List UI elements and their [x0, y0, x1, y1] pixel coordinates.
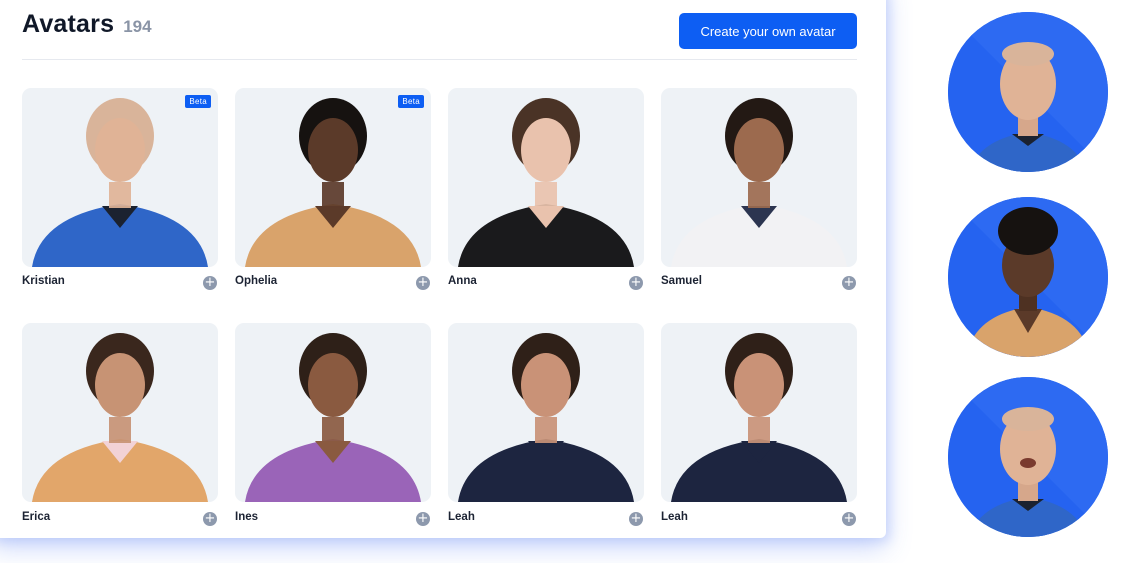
- avatar-portrait: [671, 98, 847, 267]
- preview-circle-kristian-speaking: [948, 377, 1108, 537]
- avatar-portrait: [32, 98, 208, 267]
- avatar-thumbnail[interactable]: Beta: [22, 88, 218, 267]
- avatar-portrait: [245, 98, 421, 267]
- avatar-card-ophelia-2[interactable]: Beta Ophelia +: [235, 88, 431, 290]
- add-avatar-plus-icon[interactable]: +: [416, 512, 430, 526]
- avatar-card-anna-3[interactable]: Anna +: [448, 88, 644, 290]
- beta-badge: Beta: [185, 95, 211, 108]
- add-avatar-plus-icon[interactable]: +: [203, 276, 217, 290]
- avatar-card-kristian-1[interactable]: Beta Kristian +: [22, 88, 218, 290]
- avatar-card-leah-7[interactable]: Leah +: [448, 323, 644, 526]
- avatar-thumbnail[interactable]: [22, 323, 218, 502]
- avatar-card-ines-6[interactable]: Ines +: [235, 323, 431, 526]
- avatar-name: Erica: [22, 511, 51, 523]
- avatar-card-samuel-4[interactable]: Samuel +: [661, 88, 857, 290]
- avatar-thumbnail[interactable]: [448, 88, 644, 267]
- page-title: Avatars: [22, 10, 115, 38]
- header-divider: [22, 59, 857, 60]
- preview-circle-kristian: [948, 12, 1108, 172]
- avatar-name: Kristian: [22, 275, 65, 287]
- avatar-name: Leah: [661, 511, 688, 523]
- presenter-portrait: [948, 377, 1108, 537]
- add-avatar-plus-icon[interactable]: +: [842, 512, 856, 526]
- avatar-name: Ophelia: [235, 275, 278, 287]
- avatar-thumbnail[interactable]: [661, 323, 857, 502]
- avatar-portrait: [458, 333, 634, 502]
- page-header: Avatars 194: [22, 10, 152, 39]
- avatar-name: Anna: [448, 275, 477, 287]
- avatar-portrait: [671, 333, 847, 502]
- add-avatar-plus-icon[interactable]: +: [416, 276, 430, 290]
- avatar-portrait: [245, 333, 421, 502]
- avatar-name: Ines: [235, 511, 259, 523]
- avatar-name: Leah: [448, 511, 475, 523]
- create-avatar-button[interactable]: Create your own avatar: [679, 13, 857, 49]
- beta-badge: Beta: [398, 95, 424, 108]
- avatar-thumbnail[interactable]: [661, 88, 857, 267]
- add-avatar-plus-icon[interactable]: +: [629, 512, 643, 526]
- add-avatar-plus-icon[interactable]: +: [203, 512, 217, 526]
- avatar-portrait: [32, 333, 208, 502]
- avatar-portrait: [458, 98, 634, 267]
- avatar-count: 194: [123, 17, 152, 36]
- avatar-card-erica-5[interactable]: Erica +: [22, 323, 218, 526]
- presenter-portrait: [948, 12, 1108, 172]
- presenter-portrait: [948, 197, 1108, 357]
- avatar-name: Samuel: [661, 275, 702, 287]
- avatar-card-leah-8[interactable]: Leah +: [661, 323, 857, 526]
- avatar-thumbnail[interactable]: Beta: [235, 88, 431, 267]
- avatar-thumbnail[interactable]: [235, 323, 431, 502]
- add-avatar-plus-icon[interactable]: +: [842, 276, 856, 290]
- avatar-thumbnail[interactable]: [448, 323, 644, 502]
- add-avatar-plus-icon[interactable]: +: [629, 276, 643, 290]
- preview-circle-ophelia: [948, 197, 1108, 357]
